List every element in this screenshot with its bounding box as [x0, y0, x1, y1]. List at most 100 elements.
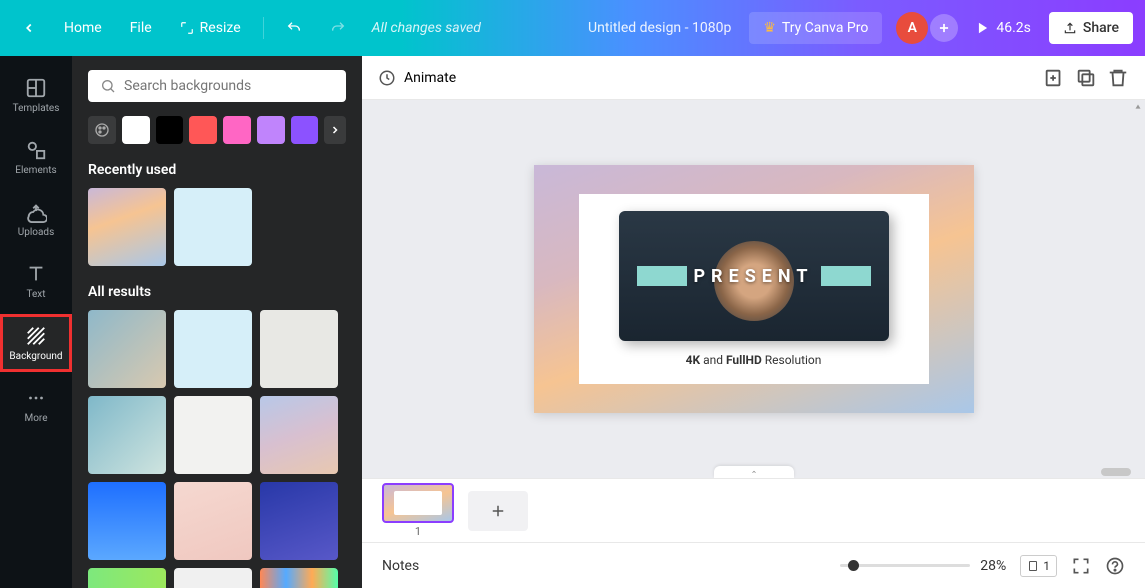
file-label: File: [130, 20, 152, 36]
crown-icon: ♛: [763, 20, 776, 36]
pages-count: 1: [1043, 559, 1050, 573]
bottom-bar: Notes 28% 1: [362, 542, 1145, 588]
color-pink[interactable]: [223, 116, 251, 144]
glasses-graphic: [821, 266, 871, 286]
help-icon[interactable]: [1105, 556, 1125, 576]
bg-thumb[interactable]: [88, 482, 166, 560]
rail-more-label: More: [24, 413, 47, 424]
glasses-graphic: [637, 266, 687, 286]
background-icon: [25, 325, 47, 347]
caption-tail: Resolution: [762, 353, 822, 367]
resize-button[interactable]: Resize: [170, 14, 251, 42]
rail-text[interactable]: Text: [0, 252, 72, 310]
more-icon: [25, 387, 47, 409]
page-thumb-wrapper[interactable]: 1: [382, 483, 454, 538]
inner-card[interactable]: PRESENT 4K and FullHD Resolution: [579, 194, 929, 384]
bg-thumb[interactable]: [174, 482, 252, 560]
chevron-right-icon: [329, 124, 341, 136]
pages-indicator[interactable]: 1: [1020, 555, 1057, 577]
color-more-button[interactable]: [324, 116, 346, 144]
color-white[interactable]: [122, 116, 150, 144]
left-rail: Templates Elements Uploads Text Backgrou…: [0, 56, 72, 588]
duplicate-icon[interactable]: [1075, 67, 1097, 89]
text-icon: [25, 263, 47, 285]
bg-thumb[interactable]: [260, 568, 338, 588]
fullscreen-icon[interactable]: [1071, 556, 1091, 576]
file-menu[interactable]: File: [120, 14, 162, 42]
recently-used-grid: [88, 188, 346, 266]
rail-elements-label: Elements: [15, 165, 56, 176]
rail-templates-label: Templates: [13, 103, 60, 114]
rail-more[interactable]: More: [0, 376, 72, 434]
bg-thumb[interactable]: [260, 310, 338, 388]
user-avatar[interactable]: A: [896, 12, 928, 44]
recently-used-heading: Recently used: [88, 162, 346, 178]
side-panel: Recently used All results: [72, 56, 362, 588]
zoom-value: 28%: [980, 558, 1006, 574]
search-icon: [100, 78, 116, 94]
bg-thumb[interactable]: [174, 310, 252, 388]
caret-up-icon: [1133, 102, 1143, 112]
page-tab-handle[interactable]: [714, 466, 794, 478]
chevron-left-icon: [22, 21, 36, 35]
animate-button[interactable]: Animate: [378, 69, 456, 87]
bg-thumb[interactable]: [260, 396, 338, 474]
color-purple[interactable]: [291, 116, 319, 144]
search-box[interactable]: [88, 70, 346, 102]
search-input[interactable]: [124, 78, 334, 94]
notes-button[interactable]: Notes: [382, 558, 419, 574]
present-text: PRESENT: [693, 266, 813, 287]
color-picker-button[interactable]: [88, 116, 116, 144]
zoom-slider[interactable]: 28%: [840, 558, 1006, 574]
share-button[interactable]: Share: [1049, 12, 1133, 44]
slider-thumb[interactable]: [848, 560, 859, 571]
bg-thumb[interactable]: [260, 482, 338, 560]
share-label: Share: [1083, 20, 1119, 36]
plus-icon: [937, 21, 951, 35]
rail-background[interactable]: Background: [0, 314, 72, 372]
slider-track[interactable]: [840, 564, 970, 567]
color-black[interactable]: [156, 116, 184, 144]
canvas-stage[interactable]: PRESENT 4K and FullHD Resolution: [362, 100, 1145, 478]
uploads-icon: [25, 201, 47, 223]
bg-thumb[interactable]: [174, 568, 252, 588]
try-pro-button[interactable]: ♛ Try Canva Pro: [749, 12, 882, 44]
avatar-initial: A: [908, 20, 917, 36]
recent-thumb-2[interactable]: [174, 188, 252, 266]
trash-icon[interactable]: [1107, 67, 1129, 89]
rail-uploads[interactable]: Uploads: [0, 190, 72, 248]
page-thumbnail-1[interactable]: [382, 483, 454, 523]
vertical-scroll-up[interactable]: [1133, 102, 1143, 112]
undo-button[interactable]: [276, 14, 312, 42]
bg-thumb[interactable]: [174, 396, 252, 474]
elements-icon: [25, 139, 47, 161]
bg-thumb[interactable]: [88, 310, 166, 388]
video-frame[interactable]: PRESENT: [619, 211, 889, 341]
horizontal-scrollbar[interactable]: [1101, 468, 1131, 476]
play-duration[interactable]: 46.2s: [966, 14, 1041, 42]
page-number: 1: [382, 525, 454, 538]
home-button[interactable]: Home: [54, 14, 112, 42]
redo-button[interactable]: [320, 14, 356, 42]
all-results-heading: All results: [88, 284, 346, 300]
separator: [263, 17, 264, 39]
color-light-purple[interactable]: [257, 116, 285, 144]
color-row: [88, 116, 346, 144]
caption: 4K and FullHD Resolution: [686, 353, 822, 367]
bg-thumb[interactable]: [88, 396, 166, 474]
add-page-button[interactable]: [468, 491, 528, 531]
design-title[interactable]: Untitled design - 1080p: [578, 14, 741, 42]
add-collaborator-button[interactable]: [930, 14, 958, 42]
bg-thumb[interactable]: [88, 568, 166, 588]
animate-label: Animate: [404, 70, 456, 86]
back-button[interactable]: [12, 15, 46, 41]
animate-icon: [378, 69, 396, 87]
save-status: All changes saved: [372, 20, 481, 36]
add-page-icon[interactable]: [1043, 67, 1065, 89]
page-1[interactable]: PRESENT 4K and FullHD Resolution: [534, 165, 974, 413]
color-red[interactable]: [189, 116, 217, 144]
rail-elements[interactable]: Elements: [0, 128, 72, 186]
home-label: Home: [64, 20, 102, 36]
recent-thumb-1[interactable]: [88, 188, 166, 266]
rail-templates[interactable]: Templates: [0, 66, 72, 124]
